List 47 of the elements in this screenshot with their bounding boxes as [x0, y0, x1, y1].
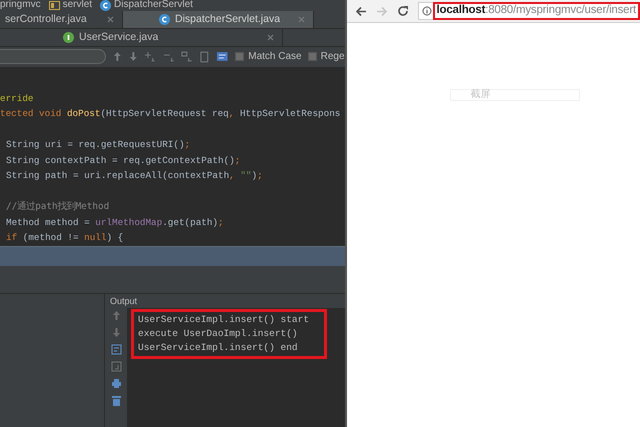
console-line: execute UserDaoImpl.insert()	[138, 326, 299, 341]
breadcrumb-item[interactable]: pringmvc	[0, 0, 41, 10]
add-occurrence-icon[interactable]	[144, 51, 156, 62]
url-path: :8080/myspringmvc/user/insert	[485, 5, 636, 17]
address-bar[interactable]: localhost:8080/myspringmvc/user/insert	[418, 2, 640, 20]
console-line: UserServiceImpl.insert() start	[138, 312, 310, 327]
url-host: localhost	[436, 5, 486, 17]
output-title: Output	[109, 294, 138, 308]
scroll-end-icon[interactable]	[110, 360, 122, 372]
breadcrumb-item[interactable]: DispatcherServlet	[114, 0, 193, 10]
code-line: Method method = urlMethodMap.get(path);	[6, 216, 224, 228]
code-line: //通过path找到Method	[6, 201, 110, 212]
code-line: String path = uri.replaceAll(contextPath, "");	[6, 170, 263, 182]
breadcrumb-item[interactable]: servlet	[62, 0, 92, 10]
document-icon[interactable]	[200, 50, 209, 63]
info-icon	[422, 6, 432, 16]
interface-icon	[63, 32, 74, 43]
code-line: String contextPath = req.getContextPath();	[6, 154, 240, 166]
down-arrow-icon[interactable]	[128, 51, 138, 62]
checkbox-label: Match Case	[248, 50, 302, 64]
checkbox-label: Rege	[320, 50, 345, 64]
reload-icon[interactable]	[396, 5, 409, 17]
class-icon	[100, 0, 112, 11]
code-line: tected void doPost(HttpServletRequest req, HttpServletRespons	[0, 108, 340, 120]
console-line: UserServiceImpl.insert() end	[138, 340, 299, 355]
filter-icon[interactable]	[216, 51, 228, 62]
trash-icon[interactable]	[110, 394, 122, 407]
select-all-icon[interactable]	[181, 51, 194, 62]
class-icon	[159, 14, 170, 25]
code-line: erride	[0, 92, 34, 104]
editor-tab[interactable]: DispatcherServlet.java	[123, 10, 314, 28]
close-icon[interactable]	[107, 16, 114, 23]
forward-arrow-icon[interactable]	[376, 6, 388, 16]
close-icon[interactable]	[298, 16, 305, 23]
close-icon[interactable]	[267, 34, 274, 41]
down-arrow-icon[interactable]	[112, 326, 120, 338]
search-field[interactable]	[0, 49, 106, 64]
up-arrow-icon[interactable]	[112, 310, 120, 321]
back-arrow-icon[interactable]	[354, 6, 367, 16]
folder-icon	[48, 0, 60, 10]
checkbox[interactable]	[235, 52, 244, 62]
code-line: if (method != null) {	[6, 232, 124, 244]
wrap-icon[interactable]	[110, 344, 122, 355]
up-arrow-icon[interactable]	[113, 51, 122, 62]
code-line: String uri = req.getRequestURI();	[6, 139, 190, 150]
checkbox[interactable]	[308, 52, 317, 62]
page-label: 截屏	[470, 90, 491, 100]
